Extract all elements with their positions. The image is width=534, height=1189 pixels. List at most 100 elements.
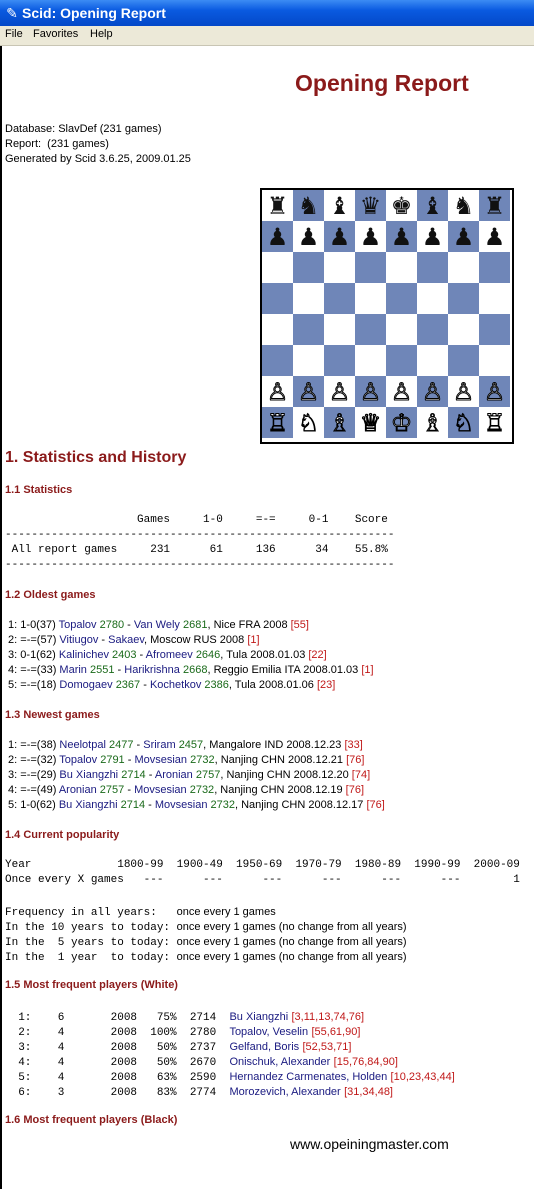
game-ref-link[interactable]: [76] (346, 754, 364, 766)
game-ref-link[interactable]: [1] (361, 664, 373, 676)
game-row: 5: =-=(18) Domogaev 2367 - Kochetkov 238… (5, 679, 335, 691)
board-square: ♙ (386, 376, 417, 407)
game-row: 2: =-=(32) Topalov 2791 - Movsesian 2732… (5, 754, 364, 766)
black-knight-icon: ♞ (452, 191, 475, 220)
black-elo: 2386 (204, 679, 229, 691)
black-player-link[interactable]: Movsesian (134, 784, 187, 796)
board-square (324, 314, 355, 345)
newest-games-heading: 1.3 Newest games (5, 709, 100, 721)
game-ref-link[interactable]: [74] (352, 769, 370, 781)
game-ref-link[interactable]: [1] (247, 634, 259, 646)
player-name-link[interactable]: Onischuk, Alexander (229, 1056, 330, 1068)
game-site: , Nanjing CHN 2008.12.19 (214, 784, 346, 796)
report-line: Report: (231 games) (5, 138, 109, 150)
feather-icon: ✎ (6, 5, 18, 21)
white-player-link[interactable]: Topalov (59, 619, 97, 631)
board-square (262, 314, 293, 345)
player-name-link[interactable]: Topalov, Veselin (229, 1026, 308, 1038)
game-site: , Tula 2008.01.06 (228, 679, 317, 691)
white-rook-icon: ♖ (483, 408, 506, 437)
menu-favorites[interactable]: Favorites (33, 28, 78, 40)
board-square (479, 283, 510, 314)
player-name-link[interactable]: Gelfand, Boris (229, 1041, 299, 1053)
white-pawn-icon: ♙ (421, 377, 444, 406)
white-elo: 2403 (112, 649, 137, 661)
board-square (293, 314, 324, 345)
game-ref-link[interactable]: [33] (344, 739, 362, 751)
statistics-heading: 1.1 Statistics (5, 484, 73, 496)
player-stats: 5: 4 2008 63% 2590 (5, 1072, 230, 1084)
player-refs-link[interactable]: [10,23,43,44] (391, 1071, 455, 1083)
board-square (417, 252, 448, 283)
player-row: 1: 6 2008 75% 2714 Bu Xiangzhi [3,11,13,… (5, 1009, 364, 1024)
black-queen-icon: ♛ (359, 191, 382, 220)
board-square: ♞ (448, 190, 479, 221)
frequency-row: In the 1 year to today: once every 1 gam… (5, 949, 407, 964)
black-player-link[interactable]: Aronian (155, 769, 193, 781)
board-square (324, 283, 355, 314)
black-bishop-icon: ♝ (328, 191, 351, 220)
board-square: ♖ (262, 407, 293, 438)
board-square (293, 283, 324, 314)
game-ref-link[interactable]: [76] (366, 799, 384, 811)
popularity-heading: 1.4 Current popularity (5, 829, 120, 841)
menu-file[interactable]: File (5, 28, 23, 40)
white-player-link[interactable]: Bu Xiangzhi (59, 769, 118, 781)
game-ref-link[interactable]: [55] (291, 619, 309, 631)
menu-help[interactable]: Help (90, 28, 113, 40)
black-pawn-icon: ♟ (266, 222, 289, 251)
game-ref-link[interactable]: [23] (317, 679, 335, 691)
player-refs-link[interactable]: [15,76,84,90] (334, 1056, 398, 1068)
game-result: 4: =-=(33) (5, 664, 60, 676)
player-refs-link[interactable]: [52,53,71] (302, 1041, 351, 1053)
player-name-link[interactable]: Bu Xiangzhi (229, 1011, 288, 1023)
black-player-link[interactable]: Sriram (143, 739, 175, 751)
black-elo: 2732 (210, 799, 235, 811)
white-pawn-icon: ♙ (390, 377, 413, 406)
separator: - (140, 679, 150, 691)
player-row: 3: 4 2008 50% 2737 Gelfand, Boris [52,53… (5, 1039, 351, 1054)
board-square: ♟ (448, 221, 479, 252)
menu-bar: File Favorites Help (0, 26, 534, 46)
black-player-link[interactable]: Harikrishna (124, 664, 180, 676)
white-player-link[interactable]: Aronian (59, 784, 97, 796)
white-elo: 2367 (115, 679, 141, 691)
black-player-link[interactable]: Movsesian (155, 799, 208, 811)
black-elo: 2646 (195, 649, 221, 661)
white-player-link[interactable]: Vitiugov (59, 634, 98, 646)
player-refs-link[interactable]: [3,11,13,74,76] (292, 1011, 365, 1023)
black-pawn-icon: ♟ (421, 222, 444, 251)
white-player-link[interactable]: Topalov (59, 754, 97, 766)
white-player-link[interactable]: Bu Xiangzhi (59, 799, 118, 811)
player-name-link[interactable]: Hernandez Carmenates, Holden (229, 1071, 387, 1083)
white-elo: 2714 (121, 769, 146, 781)
black-king-icon: ♚ (390, 191, 413, 220)
board-square: ♗ (324, 407, 355, 438)
black-player-link[interactable]: Van Wely (134, 619, 180, 631)
black-rook-icon: ♜ (266, 191, 289, 220)
board-square: ♘ (293, 407, 324, 438)
black-player-link[interactable]: Afromeev (146, 649, 193, 661)
black-player-link[interactable]: Movsesian (134, 754, 187, 766)
game-ref-link[interactable]: [22] (308, 649, 326, 661)
white-pawn-icon: ♙ (297, 377, 320, 406)
separator: - (124, 784, 135, 796)
separator: - (114, 664, 125, 676)
player-name-link[interactable]: Morozevich, Alexander (229, 1086, 340, 1098)
white-player-link[interactable]: Domogaev (59, 679, 112, 691)
white-player-link[interactable]: Neelotpal (59, 739, 105, 751)
white-elo: 2780 (99, 619, 125, 631)
white-player-link[interactable]: Kalinichev (59, 649, 109, 661)
chess-board: ♜ ♞ ♝ ♛ ♚ ♝ ♞ ♜ ♟ ♟ ♟ ♟ ♟ ♟ ♟ ♟ ♙ ♙ ♙ ♙ ♙ ♙ ♙ ♙ ♖ ♘ ♗ ♕ ♔ ♗ ♘ ♖ (260, 188, 514, 444)
report-view[interactable]: Opening Report Database: SlavDef (231 ga… (0, 46, 534, 1189)
player-refs-link[interactable]: [55,61,90] (311, 1026, 360, 1038)
board-square (417, 314, 448, 345)
black-player-link[interactable]: Kochetkov (150, 679, 201, 691)
game-ref-link[interactable]: [76] (346, 784, 364, 796)
board-square: ♜ (262, 190, 293, 221)
board-square: ♟ (262, 221, 293, 252)
player-refs-link[interactable]: [31,34,48] (344, 1086, 393, 1098)
white-player-link[interactable]: Marin (59, 664, 87, 676)
board-square: ♙ (479, 376, 510, 407)
black-player-link[interactable]: Sakaev (108, 634, 144, 646)
